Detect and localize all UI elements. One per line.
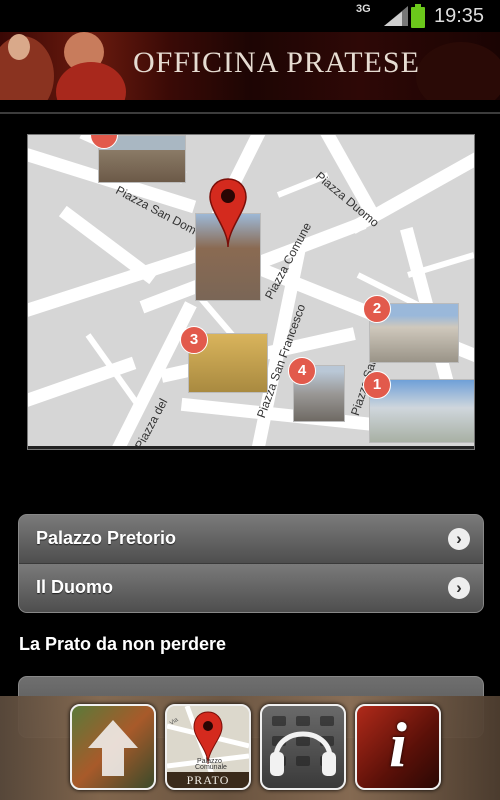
map-marker-badge[interactable]: 3	[180, 326, 208, 354]
city-map[interactable]: Piazza San Domenico Piazza Duomo Piazza …	[27, 134, 475, 450]
app-title: OFFICINA PRATESE	[133, 46, 420, 79]
clock: 19:35	[434, 5, 485, 27]
tab-info[interactable]: i	[355, 704, 441, 790]
chevron-right-icon: ›	[448, 528, 470, 550]
battery-icon	[411, 4, 425, 28]
list-item-palazzo-pretorio[interactable]: Palazzo Pretorio ›	[19, 515, 483, 564]
fresco-robe	[56, 62, 126, 100]
list-item-label: Il Duomo	[36, 577, 113, 597]
fresco-figure	[416, 42, 500, 100]
map-tab-caption: PRATO	[186, 773, 230, 787]
tab-home[interactable]	[70, 704, 156, 790]
tab-audio[interactable]	[260, 704, 346, 790]
header-divider	[0, 112, 500, 114]
tab-map[interactable]: Via Palazzo Comunale PRATO	[165, 704, 251, 790]
map-marker-badge[interactable]: 4	[288, 357, 316, 385]
status-bar: 3G 19:35	[0, 0, 500, 32]
app-header: OFFICINA PRATESE	[0, 32, 500, 100]
chevron-right-icon: ›	[448, 577, 470, 599]
map-bottom-border	[28, 446, 474, 449]
map-marker-badge[interactable]: 1	[363, 371, 391, 399]
home-arrow-icon	[88, 720, 138, 776]
fresco-face	[8, 34, 30, 60]
location-pin-icon[interactable]	[208, 177, 248, 249]
list-item-label: Palazzo Pretorio	[36, 528, 177, 548]
network-indicator: 3G	[356, 3, 371, 15]
signal-icon	[384, 6, 408, 26]
list-item-il-duomo[interactable]: Il Duomo ›	[19, 564, 483, 612]
section-heading: La Prato da non perdere	[19, 634, 227, 654]
headphones-icon	[270, 716, 336, 776]
map-marker-badge[interactable]: 2	[363, 295, 391, 323]
map-tab-text: Comunale	[195, 764, 227, 771]
info-icon: i	[389, 709, 407, 780]
places-list: Palazzo Pretorio › Il Duomo ›	[18, 514, 484, 613]
